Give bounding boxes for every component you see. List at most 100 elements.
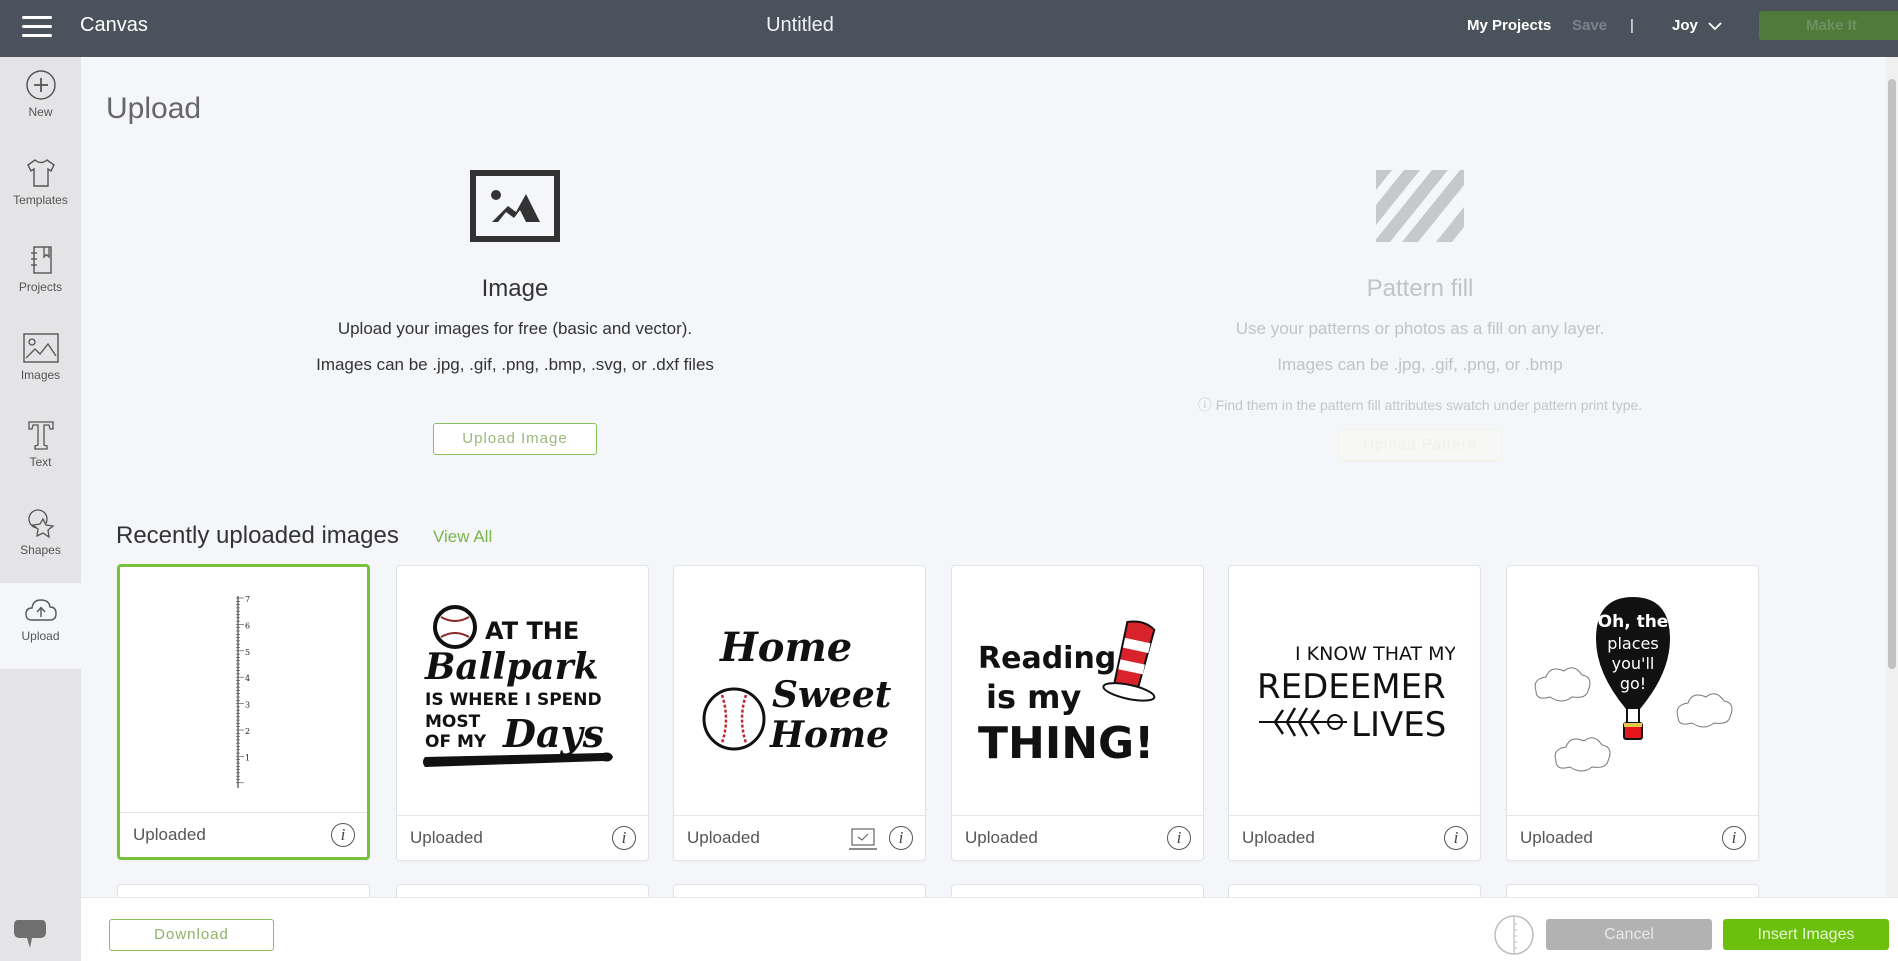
image-card[interactable]: Oh, the places you'll go! Uploaded i (1506, 565, 1759, 861)
info-icon[interactable]: i (1167, 826, 1191, 850)
chevron-down-icon[interactable] (1706, 17, 1724, 35)
image-card[interactable]: 7 6 5 4 3 2 1 Uploaded i (117, 564, 370, 860)
image-section-description: Upload your images for free (basic and v… (337, 319, 693, 338)
image-card[interactable]: AT THE Ballpark IS WHERE I SPEND MOST OF… (396, 565, 649, 861)
recent-uploads-title: Recently uploaded images (116, 522, 399, 549)
header-divider: | (1630, 17, 1634, 34)
cancel-button[interactable]: Cancel (1546, 919, 1712, 950)
info-icon[interactable]: i (331, 823, 355, 847)
card-footer: Uploaded i (1507, 815, 1758, 860)
card-footer: Uploaded i (674, 815, 925, 860)
card-thumbnail-ruler: 7 6 5 4 3 2 1 (120, 567, 367, 817)
image-section-formats: Images can be .jpg, .gif, .png, .bmp, .s… (316, 355, 714, 374)
reading-artwork: Reading is my THING! (978, 620, 1155, 766)
chat-bubble-icon[interactable] (12, 918, 48, 950)
sidebar-item-new[interactable]: New (0, 57, 81, 143)
sidebar-item-shapes[interactable]: Shapes (0, 495, 81, 581)
download-button[interactable]: Download (109, 919, 274, 951)
card-footer: Uploaded i (397, 815, 648, 860)
image-upload-section: Image Upload your images for free (basic… (255, 170, 775, 455)
scrollbar-thumb[interactable] (1888, 79, 1896, 669)
user-menu[interactable]: Joy (1672, 17, 1698, 34)
image-icon (22, 333, 59, 363)
pattern-stripes-icon (1376, 170, 1464, 242)
info-icon[interactable]: i (1722, 826, 1746, 850)
svg-text:is my: is my (986, 678, 1082, 716)
redeemer-artwork: I KNOW THAT MY REDEEMER LIVES (1257, 643, 1455, 745)
ruler-label: 6 (245, 621, 250, 630)
svg-text:Sweet: Sweet (772, 674, 892, 716)
svg-text:places: places (1607, 634, 1658, 653)
plus-circle-icon (25, 70, 56, 100)
info-icon[interactable]: i (612, 826, 636, 850)
svg-text:I KNOW THAT MY: I KNOW THAT MY (1295, 643, 1455, 665)
footer-bar: Download Cancel Insert Images (81, 897, 1898, 961)
save-button[interactable]: Save (1572, 17, 1607, 34)
svg-text:IS WHERE I SPEND: IS WHERE I SPEND (425, 690, 602, 710)
card-thumbnail-reading: Reading is my THING! (952, 566, 1203, 816)
document-title[interactable]: Untitled (0, 14, 1600, 37)
sidebar-item-templates[interactable]: Templates (0, 145, 81, 231)
ruler-label: 7 (245, 595, 250, 604)
sidebar-item-projects[interactable]: Projects (0, 232, 81, 318)
card-footer: Uploaded i (952, 815, 1203, 860)
text-t-icon (27, 421, 54, 450)
ruler-label: 2 (245, 727, 250, 736)
card-status: Uploaded (1520, 828, 1593, 847)
card-thumbnail-ballpark: AT THE Ballpark IS WHERE I SPEND MOST OF… (397, 566, 648, 816)
svg-text:Oh, the: Oh, the (1597, 612, 1668, 632)
ruler-circle-icon[interactable] (1493, 914, 1535, 956)
info-icon[interactable]: i (889, 826, 913, 850)
image-card[interactable]: Home Sweet Home Uploaded i (673, 565, 926, 861)
svg-text:Ballpark: Ballpark (424, 646, 599, 688)
image-card[interactable]: I KNOW THAT MY REDEEMER LIVES Uploaded i (1228, 565, 1481, 861)
svg-text:MOST: MOST (425, 712, 481, 732)
balloon-artwork: Oh, the places you'll go! (1534, 597, 1732, 772)
svg-text:OF MY: OF MY (425, 732, 487, 752)
top-bar: Canvas Untitled My Projects Save | Joy M… (0, 0, 1898, 57)
make-it-button[interactable]: Make It (1759, 11, 1898, 40)
scrollbar[interactable] (1886, 57, 1898, 897)
ruler-label: 4 (245, 674, 250, 683)
svg-text:Home: Home (719, 624, 852, 671)
sidebar-item-label: Shapes (20, 543, 61, 557)
laptop-check-icon[interactable] (849, 827, 877, 851)
sidebar: New Templates Projects Images Text Shape… (0, 57, 81, 961)
pattern-section-description: Use your patterns or photos as a fill on… (1235, 319, 1605, 338)
sidebar-item-images[interactable]: Images (0, 320, 81, 406)
page-title: Upload (106, 92, 202, 125)
sidebar-item-label: Text (29, 455, 52, 469)
card-status: Uploaded (1242, 828, 1315, 847)
svg-text:REDEEMER: REDEEMER (1257, 667, 1446, 707)
svg-text:Days: Days (502, 711, 604, 756)
shapes-icon (27, 509, 55, 539)
upload-image-button[interactable]: Upload Image (433, 423, 597, 455)
ruler-label: 3 (245, 701, 250, 710)
card-thumbnail-home-sweet-home: Home Sweet Home (674, 566, 925, 816)
upload-pattern-button[interactable]: Upload Pattern (1338, 429, 1502, 461)
svg-text:go!: go! (1619, 674, 1645, 693)
svg-text:LIVES: LIVES (1351, 705, 1446, 745)
info-icon[interactable]: i (1444, 826, 1468, 850)
card-status: Uploaded (687, 828, 760, 847)
ruler-label: 5 (245, 648, 250, 657)
svg-text:Reading: Reading (978, 641, 1116, 676)
view-all-link[interactable]: View All (433, 527, 492, 547)
tshirt-icon (26, 159, 55, 187)
sidebar-item-text[interactable]: Text (0, 407, 81, 493)
svg-text:AT THE: AT THE (485, 617, 579, 645)
sidebar-item-label: Images (20, 368, 61, 382)
card-thumbnail-balloon: Oh, the places you'll go! (1507, 566, 1758, 816)
image-icon (470, 170, 560, 242)
sidebar-item-upload[interactable]: Upload (0, 583, 81, 669)
image-card[interactable]: Reading is my THING! Uploaded i (951, 565, 1204, 861)
image-section-title: Image (481, 275, 549, 302)
card-status: Uploaded (133, 825, 206, 844)
pattern-section-title: Pattern fill (1366, 275, 1474, 302)
insert-images-button[interactable]: Insert Images (1723, 919, 1889, 950)
pattern-section-note: ⓘ Find them in the pattern fill attribut… (1197, 397, 1643, 413)
sidebar-item-label: Upload (21, 629, 60, 643)
my-projects-link[interactable]: My Projects (1467, 17, 1551, 34)
home-sweet-home-artwork: Home Sweet Home (702, 624, 892, 756)
svg-text:you'll: you'll (1611, 654, 1654, 673)
